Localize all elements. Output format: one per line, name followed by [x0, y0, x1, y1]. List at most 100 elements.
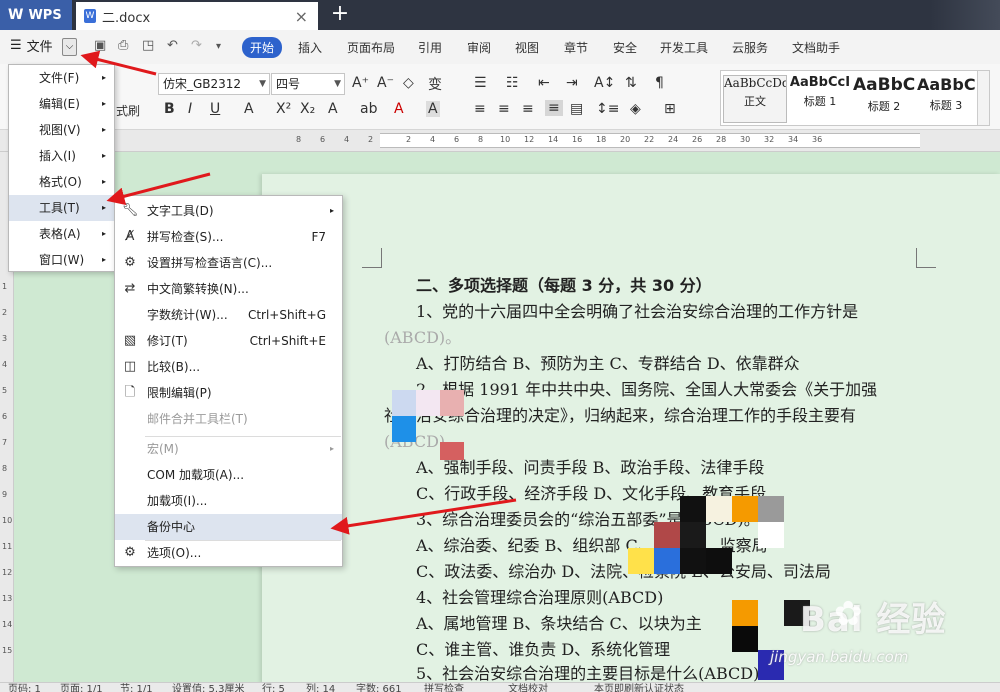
strikethrough-icon[interactable]: A	[244, 101, 254, 117]
menu-item-shortcut: Ctrl+Shift+G	[247, 308, 326, 322]
line-spacing-icon[interactable]: ↕≡	[596, 101, 619, 117]
shading-icon[interactable]: ◈	[630, 101, 641, 117]
section-heading: 二、多项选择题（每题 3 分，共 30 分）	[416, 276, 712, 295]
highlight-icon[interactable]: ab	[360, 101, 377, 117]
sort-icon[interactable]: ⇅	[625, 75, 637, 91]
file-dropdown-arrow[interactable]: ⌵	[62, 38, 77, 56]
char-shading-icon[interactable]: A	[426, 101, 440, 117]
text-effect-icon[interactable]: A	[328, 101, 338, 117]
submenu-arrow-icon: ▸	[101, 151, 106, 160]
submenu-arrow-icon: ▸	[101, 73, 106, 82]
status-spellcheck[interactable]: 拼写检查	[424, 683, 464, 692]
mosaic-patch	[758, 496, 784, 522]
numbered-list-icon[interactable]: ☷	[506, 75, 519, 91]
menu-item-revise[interactable]: ▧ 修订(T) Ctrl+Shift+E	[115, 328, 342, 354]
tab-home[interactable]: 开始	[242, 37, 283, 58]
menu-item-label: 格式(O)	[39, 175, 82, 189]
document-tab[interactable]: W 二.docx ×	[76, 2, 318, 30]
style-normal[interactable]: AaBbCcDd 正文	[723, 75, 787, 123]
increase-indent-icon[interactable]: ⇥	[566, 75, 578, 91]
menu-item-format[interactable]: 格式(O) ▸	[9, 169, 114, 195]
redo-icon[interactable]: ↷	[191, 38, 202, 53]
menu-item-view[interactable]: 视图(V) ▸	[9, 117, 114, 143]
tab-review[interactable]: 审阅	[467, 39, 491, 56]
style-heading-2[interactable]: AaBbC 标题 2	[853, 75, 915, 123]
font-size-select[interactable]: 四号 ▼	[271, 73, 345, 95]
tab-insert[interactable]: 插入	[298, 39, 322, 56]
menu-item-label: 限制编辑(P)	[147, 386, 212, 400]
wps-home-tab[interactable]: W WPS	[0, 0, 72, 30]
close-tab-icon[interactable]: ×	[295, 7, 308, 26]
align-left-icon[interactable]: ≡	[474, 101, 486, 117]
tab-references[interactable]: 引用	[418, 39, 442, 56]
menu-item-file[interactable]: 文件(F) ▸	[9, 65, 114, 91]
decrease-indent-icon[interactable]: ⇤	[538, 75, 550, 91]
shrink-font-icon[interactable]: A⁻	[377, 75, 394, 91]
customize-toolbar-icon[interactable]: ▾	[216, 41, 221, 52]
menu-item-word-count[interactable]: 字数统计(W)... Ctrl+Shift+G	[115, 302, 342, 328]
tab-security[interactable]: 安全	[613, 39, 637, 56]
window-controls[interactable]	[930, 0, 1000, 30]
menu-item-label: 工具(T)	[39, 201, 80, 215]
menu-item-text-tools[interactable]: 🔧︎ 文字工具(D) ▸	[115, 198, 342, 224]
menu-item-tools[interactable]: 工具(T) ▸	[9, 195, 114, 221]
tab-chapter[interactable]: 章节	[564, 39, 588, 56]
tab-page-layout[interactable]: 页面布局	[347, 39, 395, 56]
justify-icon[interactable]: ≡	[545, 100, 563, 116]
italic-icon[interactable]: I	[188, 101, 192, 117]
vruler-mark: 8	[2, 464, 8, 473]
undo-icon[interactable]: ↶	[167, 38, 178, 53]
menu-item-table[interactable]: 表格(A) ▸	[9, 221, 114, 247]
style-heading-3[interactable]: AaBbC 标题 3	[917, 75, 975, 123]
tab-doc-assistant[interactable]: 文档助手	[792, 39, 840, 56]
borders-icon[interactable]: ⊞	[664, 101, 676, 117]
menu-item-insert[interactable]: 插入(I) ▸	[9, 143, 114, 169]
menu-item-window[interactable]: 窗口(W) ▸	[9, 247, 114, 273]
status-certification[interactable]: 本页即刷新认证状态	[594, 683, 684, 692]
grow-font-icon[interactable]: A⁺	[352, 75, 369, 91]
menu-item-spellcheck[interactable]: A̸ 拼写检查(S)... F7	[115, 224, 342, 250]
superscript-icon[interactable]: X²	[276, 101, 291, 117]
phonetic-guide-icon[interactable]: 变	[428, 74, 442, 94]
style-heading-1[interactable]: AaBbCcI 标题 1	[789, 75, 851, 123]
gear-icon: ⚙	[124, 545, 136, 560]
format-painter-label[interactable]: 式刷	[116, 102, 140, 119]
restrict-icon: 🗋︎	[124, 385, 136, 400]
tab-developer[interactable]: 开发工具	[660, 39, 708, 56]
file-menu-button[interactable]: ☰ 文件	[10, 36, 53, 55]
subscript-icon[interactable]: X₂	[300, 101, 315, 117]
menu-item-compare[interactable]: ◫ 比较(B)...	[115, 354, 342, 380]
horizontal-ruler[interactable]: 8 6 4 2 2 4 6 8 10 12 14 16 18 20 22 24 …	[0, 130, 1000, 152]
tab-cloud[interactable]: 云服务	[732, 39, 768, 56]
status-proofread[interactable]: 文档校对	[508, 683, 548, 692]
style-gallery-scroll[interactable]	[977, 71, 989, 125]
align-center-icon[interactable]: ≡	[498, 101, 510, 117]
menu-item-restrict-edit[interactable]: 🗋︎ 限制编辑(P)	[115, 380, 342, 406]
font-name-select[interactable]: 仿宋_GB2312 ▼	[158, 73, 270, 95]
print-preview-icon[interactable]: ◳	[142, 38, 154, 53]
underline-icon[interactable]: U	[210, 101, 220, 117]
watermark-brand: Bai 经验	[800, 600, 947, 640]
clear-format-icon[interactable]: ◇	[403, 75, 414, 91]
print-icon[interactable]: ⎙	[118, 38, 128, 53]
bullet-list-icon[interactable]: ☰	[474, 75, 487, 91]
menu-item-chinese-convert[interactable]: ⇄ 中文简繁转换(N)...	[115, 276, 342, 302]
submenu-arrow-icon: ▸	[101, 203, 106, 212]
bold-icon[interactable]: B	[164, 101, 175, 117]
save-icon[interactable]: ▣	[94, 38, 106, 53]
doc-paragraph: 4、社会管理综合治理原则(ABCD)	[416, 588, 664, 607]
new-tab-button[interactable]: +	[328, 2, 352, 28]
vruler-mark: 5	[2, 386, 8, 395]
menu-item-addins[interactable]: 加载项(I)...	[115, 488, 342, 514]
align-right-icon[interactable]: ≡	[522, 101, 534, 117]
distribute-icon[interactable]: ▤	[570, 101, 583, 117]
tab-view[interactable]: 视图	[515, 39, 539, 56]
font-color-icon[interactable]: A	[394, 101, 404, 117]
menu-item-options[interactable]: ⚙ 选项(O)...	[115, 540, 342, 566]
chinese-layout-icon[interactable]: A↕	[594, 75, 615, 91]
show-marks-icon[interactable]: ¶	[655, 75, 664, 91]
menu-item-com-addins[interactable]: COM 加载项(A)...	[115, 462, 342, 488]
menu-item-backup-center[interactable]: 备份中心	[115, 514, 342, 540]
menu-item-spell-language[interactable]: ⚙ 设置拼写检查语言(C)...	[115, 250, 342, 276]
menu-item-edit[interactable]: 编辑(E) ▸	[9, 91, 114, 117]
